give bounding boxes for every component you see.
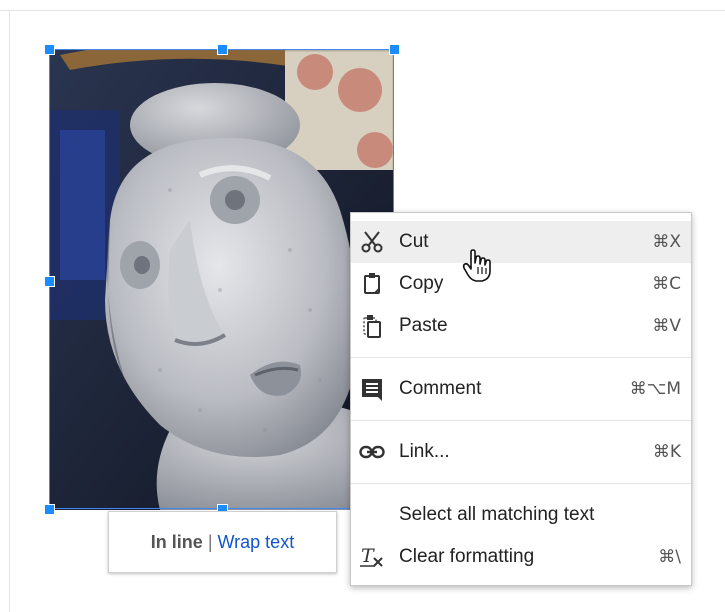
shortcut-link: ⌘K xyxy=(652,442,681,462)
resize-handle-left[interactable] xyxy=(44,276,55,287)
menu-item-paste[interactable]: Paste ⌘V xyxy=(351,305,691,347)
menu-divider xyxy=(351,483,691,484)
resize-handle-top-left[interactable] xyxy=(44,44,55,55)
context-menu: Cut ⌘X Copy ⌘C Paste ⌘V Comment ⌘⌥M Link… xyxy=(350,212,692,586)
menu-item-select-all-matching[interactable]: Select all matching text xyxy=(351,494,691,536)
page-left-edge xyxy=(9,10,10,612)
copy-icon xyxy=(359,271,385,297)
menu-item-clear-formatting[interactable]: T Clear formatting ⌘\ xyxy=(351,536,691,578)
shortcut-copy: ⌘C xyxy=(652,274,681,294)
menu-label-select-all-matching: Select all matching text xyxy=(399,504,595,525)
menu-item-link[interactable]: Link... ⌘K xyxy=(351,431,691,473)
menu-label-link: Link... xyxy=(399,441,450,462)
image-wrap-toolbar: In line | Wrap text xyxy=(108,511,337,573)
menu-label-copy: Copy xyxy=(399,273,444,294)
menu-divider xyxy=(351,420,691,421)
menu-label-comment: Comment xyxy=(399,378,482,399)
menu-divider xyxy=(351,357,691,358)
link-icon xyxy=(359,439,385,465)
menu-item-comment[interactable]: Comment ⌘⌥M xyxy=(351,368,691,410)
svg-text:T: T xyxy=(361,545,375,567)
scissors-icon xyxy=(359,229,385,255)
menu-item-copy[interactable]: Copy ⌘C xyxy=(351,263,691,305)
selected-image[interactable] xyxy=(50,50,394,510)
shortcut-paste: ⌘V xyxy=(652,316,681,336)
comment-icon xyxy=(359,376,385,402)
inline-option[interactable]: In line xyxy=(151,532,203,553)
statue-photo xyxy=(50,50,394,510)
resize-handle-top-right[interactable] xyxy=(389,44,400,55)
shortcut-comment: ⌘⌥M xyxy=(629,379,681,399)
menu-label-cut: Cut xyxy=(399,231,429,252)
resize-handle-bottom-left[interactable] xyxy=(44,504,55,515)
wrap-text-option[interactable]: Wrap text xyxy=(218,532,295,553)
clear-formatting-icon: T xyxy=(359,544,385,570)
wrap-separator: | xyxy=(207,531,213,552)
menu-item-cut[interactable]: Cut ⌘X xyxy=(351,221,691,263)
shortcut-clear-formatting: ⌘\ xyxy=(658,547,681,567)
page-top-edge xyxy=(0,10,725,11)
menu-label-paste: Paste xyxy=(399,315,448,336)
shortcut-cut: ⌘X xyxy=(652,232,681,252)
paste-icon xyxy=(359,313,385,339)
resize-handle-top[interactable] xyxy=(217,44,228,55)
menu-label-clear-formatting: Clear formatting xyxy=(399,546,535,567)
